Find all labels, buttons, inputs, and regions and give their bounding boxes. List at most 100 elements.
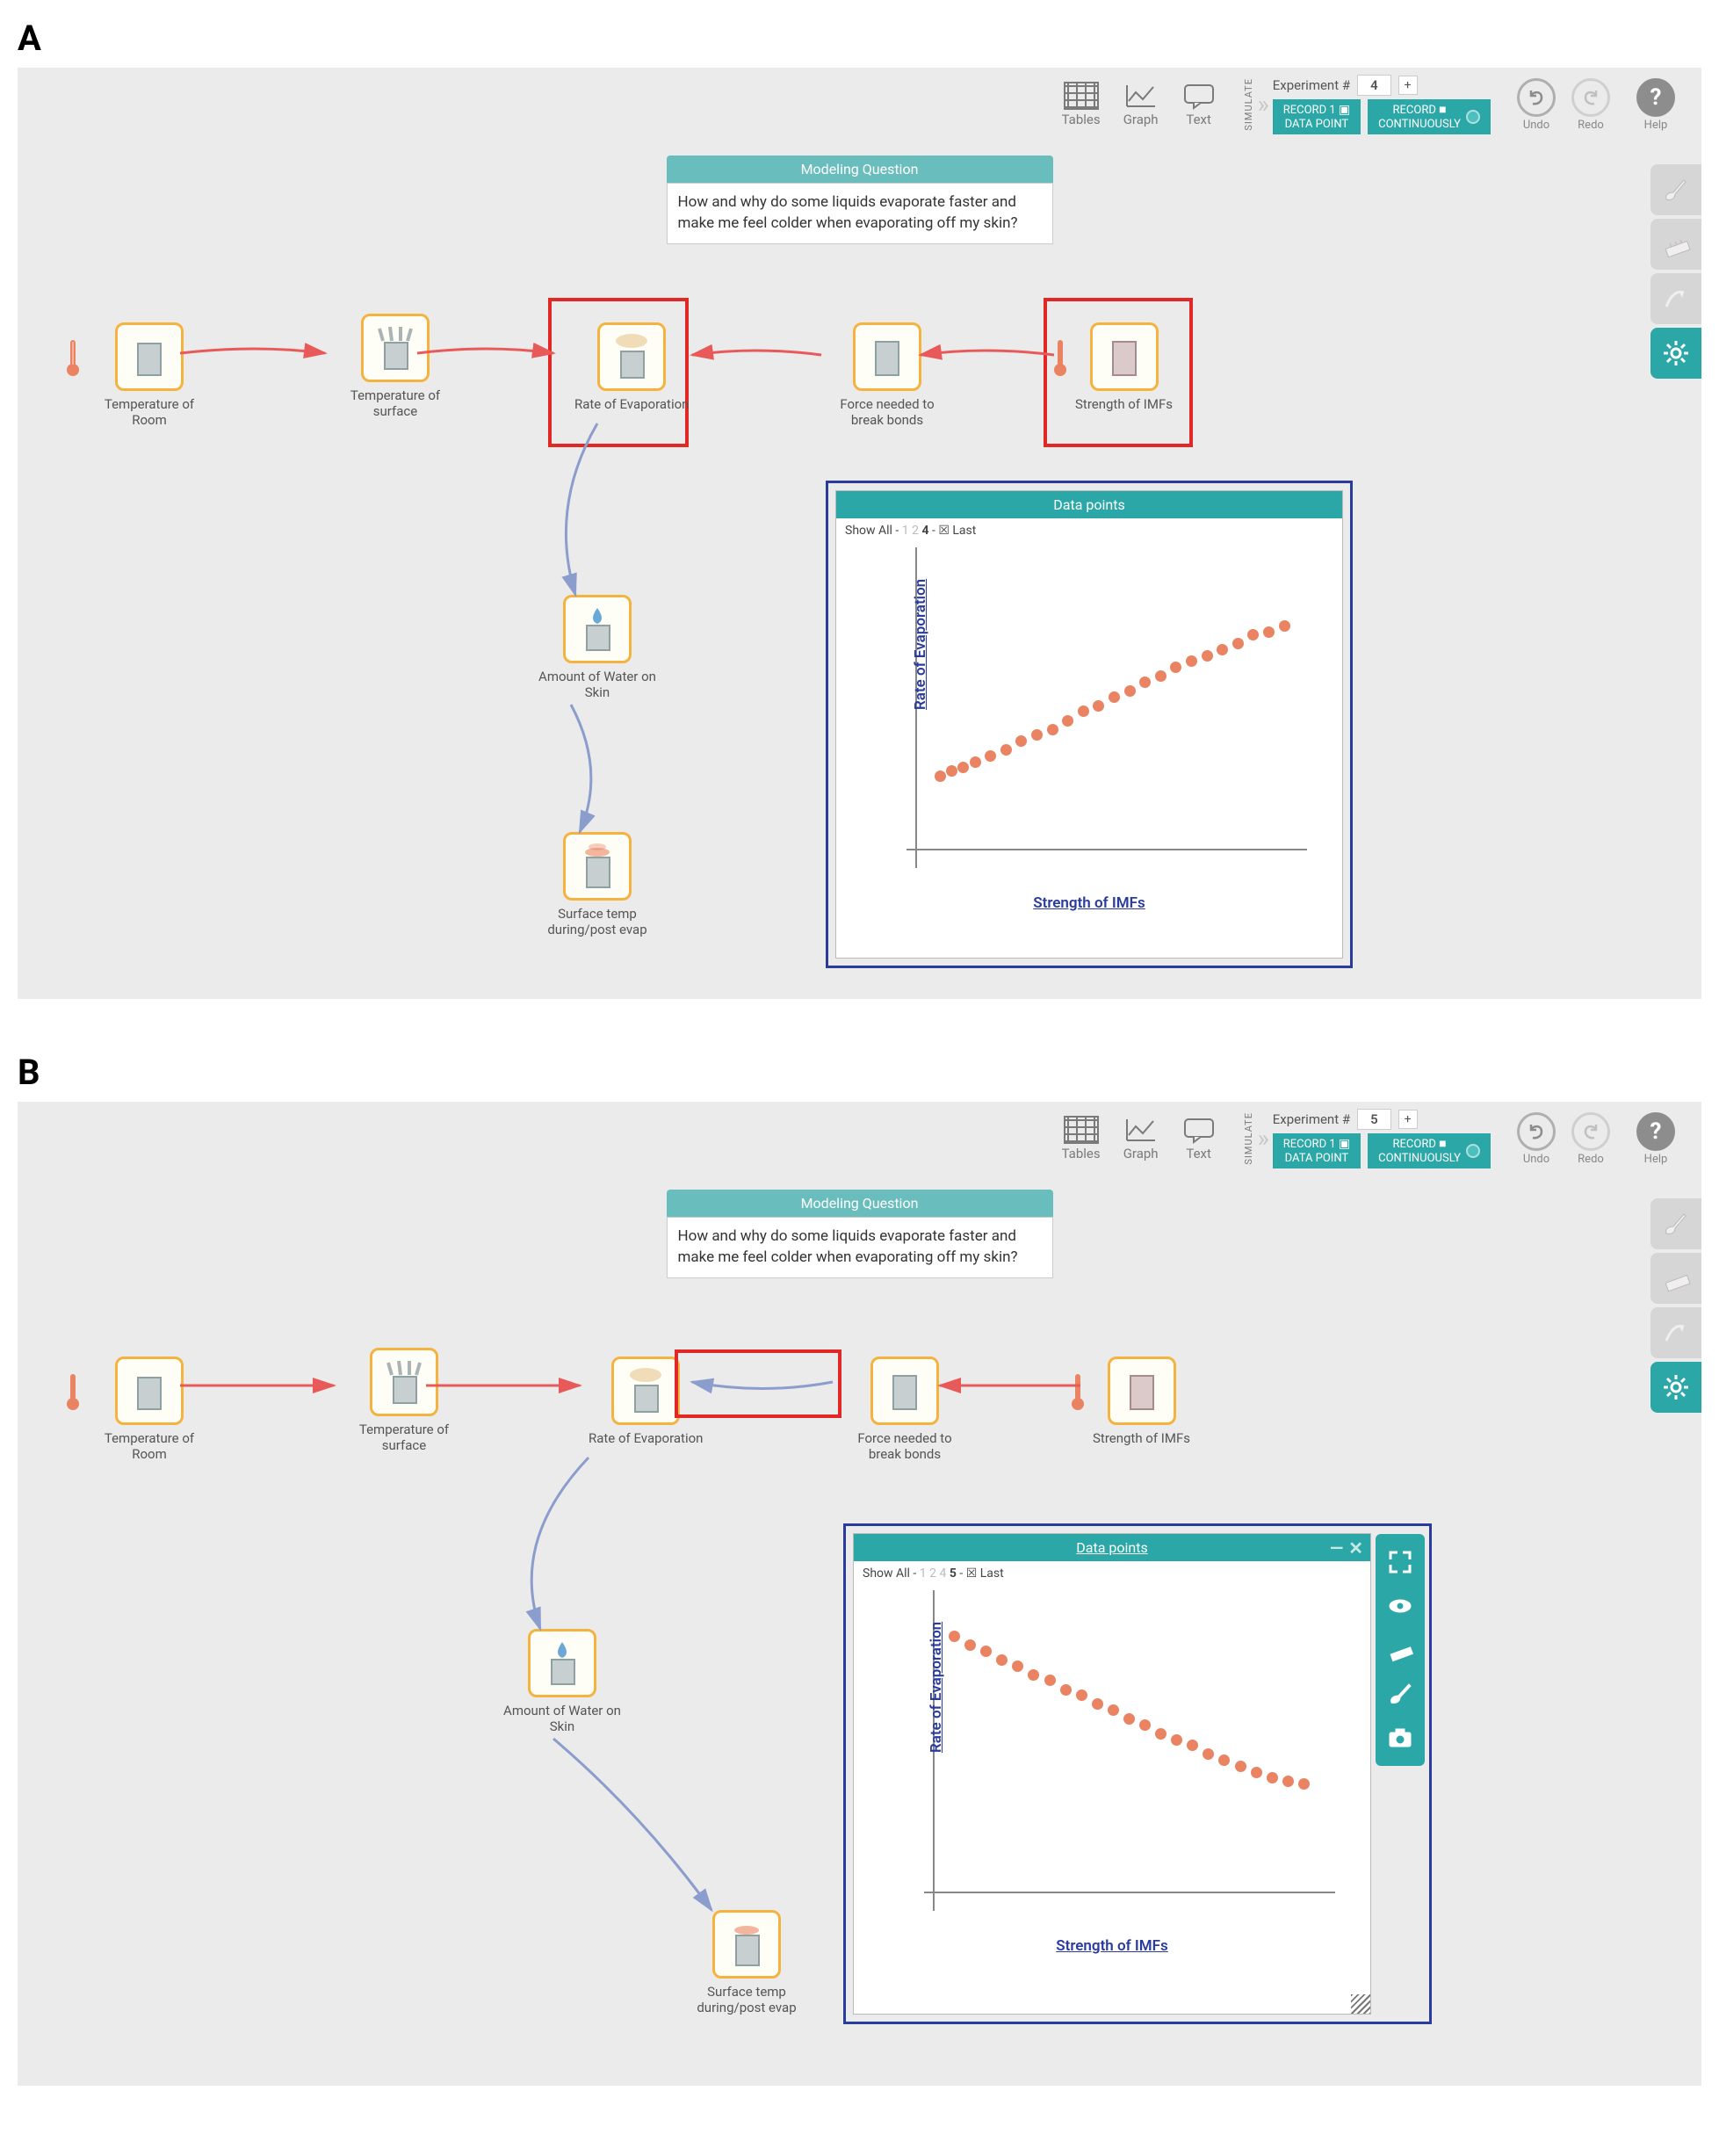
record-data-point-button[interactable]: RECORD 1 ▣DATA POINT: [1273, 99, 1361, 134]
brush-tool-button[interactable]: [1650, 1198, 1701, 1249]
node-force-bonds[interactable]: Force needed to break bonds: [826, 322, 949, 428]
data-point: [1186, 655, 1197, 667]
brush-tool-button[interactable]: [1650, 164, 1701, 215]
text-button[interactable]: Text: [1181, 82, 1217, 127]
chart-filter[interactable]: Show All - 1 2 4 - ☒ Last: [836, 518, 1342, 543]
settings-tool-button[interactable]: [1650, 1362, 1701, 1413]
node-strength-imfs[interactable]: Strength of IMFs: [1075, 322, 1173, 412]
node-surface-temp[interactable]: Surface temp during/post evap: [685, 1910, 808, 2015]
chart-x-label[interactable]: Strength of IMFs: [854, 1928, 1370, 1964]
simulate-label: SIMULATE: [1243, 1112, 1254, 1165]
data-point: [1267, 1772, 1278, 1783]
data-point: [1263, 626, 1275, 638]
record-data-point-button[interactable]: RECORD 1 ▣DATA POINT: [1273, 1133, 1361, 1168]
arrow: [931, 1374, 1089, 1397]
data-point: [1076, 1689, 1087, 1701]
help-label: Help: [1644, 119, 1668, 132]
expand-icon[interactable]: [1384, 1546, 1416, 1578]
record-dot-icon: [1466, 110, 1480, 124]
data-point: [1139, 676, 1151, 688]
node-temperature-surface[interactable]: Temperature of surface: [334, 314, 457, 419]
redo-button: [1571, 78, 1610, 117]
node-surface-temp[interactable]: Surface temp during/post evap: [536, 832, 659, 937]
chart-filter[interactable]: Show All - 1 2 4 5 - ☒ Last: [854, 1561, 1370, 1586]
data-point: [1171, 1734, 1182, 1746]
text-icon: [1181, 1116, 1217, 1144]
experiment-number-field[interactable]: 5: [1357, 1109, 1391, 1130]
arrow: [413, 340, 562, 366]
ruler-tool-button[interactable]: [1650, 1253, 1701, 1304]
data-point: [1155, 670, 1166, 682]
record-continuously-button[interactable]: RECORD ■CONTINUOUSLY: [1368, 1133, 1491, 1168]
node-temperature-surface[interactable]: Temperature of surface: [343, 1348, 466, 1453]
data-point: [1031, 729, 1043, 741]
experiment-add-button[interactable]: +: [1398, 76, 1418, 95]
help-label: Help: [1644, 1153, 1668, 1166]
resize-handle[interactable]: [1351, 1994, 1370, 2014]
close-icon[interactable]: ✕: [1348, 1537, 1363, 1559]
data-point: [1124, 685, 1136, 697]
undo-label: Undo: [1523, 119, 1549, 132]
node-amount-water[interactable]: Amount of Water on Skin: [536, 595, 659, 700]
node-temperature-room[interactable]: Temperature of Room: [88, 322, 211, 428]
experiment-label: Experiment #: [1273, 77, 1350, 93]
help-button[interactable]: ?: [1636, 78, 1675, 117]
graph-button[interactable]: Graph: [1123, 1116, 1159, 1161]
data-point: [1062, 715, 1073, 727]
ruler-tool-button[interactable]: [1650, 219, 1701, 270]
data-point: [1078, 705, 1089, 717]
simulate-label: SIMULATE: [1243, 78, 1254, 131]
chart-x-label[interactable]: Strength of IMFs: [836, 886, 1342, 921]
toolbar: Tables Graph Text SIMULATE »: [1062, 75, 1675, 134]
help-button[interactable]: ?: [1636, 1112, 1675, 1151]
data-point: [1217, 644, 1228, 655]
undo-button[interactable]: [1517, 78, 1556, 117]
text-button[interactable]: Text: [1181, 1116, 1217, 1161]
graph-icon: [1123, 1116, 1159, 1144]
toolbar: Tables Graph Text SIMULATE »: [1062, 1109, 1675, 1168]
experiment-add-button[interactable]: +: [1398, 1110, 1418, 1129]
undo-label: Undo: [1523, 1153, 1549, 1166]
node-strength-imfs[interactable]: Strength of IMFs: [1093, 1357, 1190, 1446]
experiment-number-field[interactable]: 4: [1357, 75, 1391, 96]
data-point: [1232, 638, 1244, 649]
camera-icon[interactable]: [1384, 1722, 1416, 1754]
node-rate-evaporation[interactable]: Rate of Evaporation: [574, 322, 689, 412]
data-point: [1012, 1660, 1023, 1672]
data-point: [1203, 1748, 1214, 1760]
ruler-icon[interactable]: [1384, 1634, 1416, 1666]
data-point: [1282, 1776, 1294, 1787]
chart-title: Data points: [836, 491, 1342, 518]
node-amount-water[interactable]: Amount of Water on Skin: [501, 1629, 624, 1734]
tables-button[interactable]: Tables: [1062, 82, 1101, 127]
arrow-tool-button[interactable]: [1650, 273, 1701, 324]
settings-tool-button[interactable]: [1650, 328, 1701, 379]
tables-button[interactable]: Tables: [1062, 1116, 1101, 1161]
simulate-chevrons-icon: »: [1258, 1130, 1269, 1147]
simulate-chevrons-icon: »: [1258, 96, 1269, 113]
graph-button[interactable]: Graph: [1123, 82, 1159, 127]
undo-button[interactable]: [1517, 1112, 1556, 1151]
chart-y-label[interactable]: Rate of Evaporation: [928, 1622, 945, 1753]
data-point: [1028, 1669, 1039, 1681]
question-text: How and why do some liquids evaporate fa…: [667, 183, 1053, 244]
node-force-bonds[interactable]: Force needed to break bonds: [843, 1357, 966, 1462]
arrow: [531, 419, 610, 604]
graph-label: Graph: [1123, 1146, 1159, 1161]
record-continuously-button[interactable]: RECORD ■CONTINUOUSLY: [1368, 99, 1491, 134]
node-temperature-room[interactable]: Temperature of Room: [88, 1357, 211, 1462]
eye-icon[interactable]: [1384, 1590, 1416, 1622]
brush-icon[interactable]: [1384, 1678, 1416, 1710]
arrow: [685, 342, 826, 368]
chart-y-label[interactable]: Rate of Evaporation: [912, 579, 929, 710]
chart-title: Data points — ✕: [854, 1534, 1370, 1561]
tables-icon: [1064, 82, 1099, 110]
chart-box: Data points — ✕ Show All - 1 2 4 5 - ☒ L…: [853, 1533, 1371, 2015]
data-point: [1092, 1698, 1103, 1710]
minimize-icon[interactable]: —: [1330, 1537, 1343, 1559]
redo-label: Redo: [1578, 119, 1604, 132]
arrow-tool-button[interactable]: [1650, 1307, 1701, 1358]
chart-highlight: Data points Show All - 1 2 4 - ☒ Last Ra…: [826, 481, 1353, 968]
data-point: [935, 771, 946, 782]
data-point: [1093, 700, 1104, 712]
